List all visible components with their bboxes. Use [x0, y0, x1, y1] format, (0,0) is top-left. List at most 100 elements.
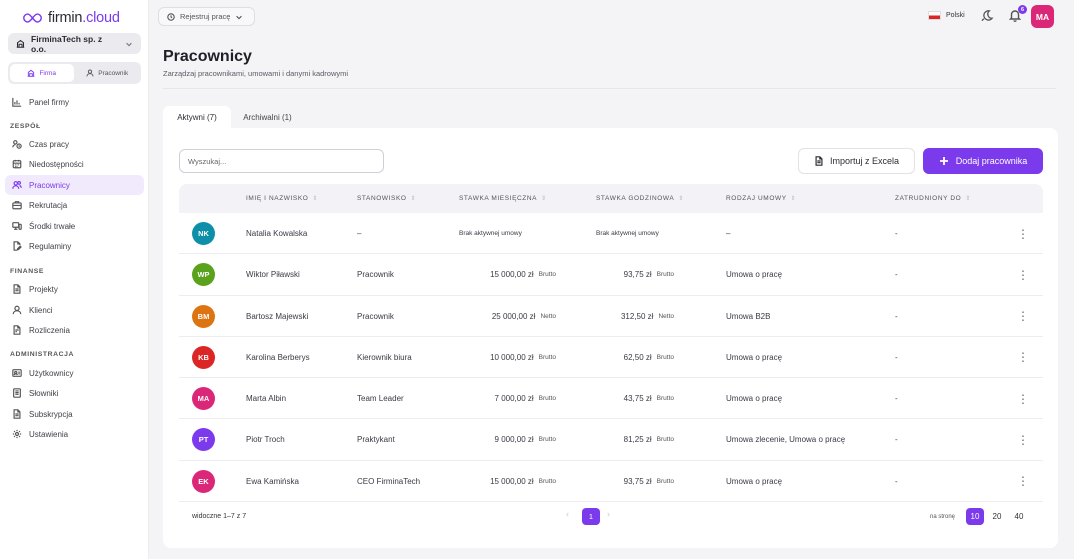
- row-menu-icon[interactable]: ⋮: [1017, 378, 1029, 419]
- sidebar-item-srodki-trwale[interactable]: Środki trwałe: [5, 216, 144, 236]
- context-tab-pracownik[interactable]: Pracownik: [76, 64, 140, 82]
- sidebar-item-subskrypcja[interactable]: Subskrypcja: [5, 404, 144, 424]
- per-page-10[interactable]: 10: [966, 508, 984, 525]
- amount-value: 62,50 zł: [623, 352, 652, 362]
- amount-type: Brutto: [656, 477, 674, 485]
- employee-name[interactable]: Natalia Kowalska: [246, 213, 307, 254]
- brand-logo[interactable]: firmin.cloud: [23, 9, 120, 27]
- page-title: Pracownicy: [163, 48, 252, 65]
- avatar: NK: [192, 222, 215, 245]
- row-menu-icon[interactable]: ⋮: [1017, 461, 1029, 502]
- employed-until: -: [895, 435, 898, 445]
- register-work-button[interactable]: Rejestruj pracę: [158, 7, 255, 26]
- language-label: Polski: [946, 12, 965, 19]
- avatar-cell: BM: [192, 296, 215, 337]
- sort-icon: ⇕: [790, 196, 797, 202]
- employed-until: -: [895, 394, 898, 404]
- chevron-right-icon[interactable]: ›: [607, 509, 610, 519]
- sidebar-item-rozliczenia[interactable]: Rozliczenia: [5, 320, 144, 340]
- page-button-1[interactable]: 1: [582, 508, 600, 525]
- sidebar-item-niedostepnosci[interactable]: Niedostępności: [5, 154, 144, 174]
- row-menu-icon[interactable]: ⋮: [1017, 296, 1029, 337]
- amount-value: 43,75 zł: [623, 394, 652, 404]
- context-tab-firma[interactable]: Firma: [10, 64, 74, 82]
- employee-name[interactable]: Ewa Kamińska: [246, 461, 299, 502]
- row-menu-icon[interactable]: ⋮: [1017, 419, 1029, 460]
- table-row[interactable]: NK Natalia Kowalska – Brak aktywnej umowy Br…: [179, 213, 1043, 255]
- table-row[interactable]: KB Karolina Berberys Kierownik biura 10 000…: [179, 337, 1043, 379]
- briefcase-icon: [12, 200, 22, 210]
- per-page-40[interactable]: 40: [1010, 508, 1028, 525]
- employed-until: -: [895, 352, 898, 362]
- context-switch: Firma Pracownik: [8, 62, 141, 84]
- avatar: EK: [192, 469, 215, 493]
- column-label: STAWKA GODZINOWA: [596, 195, 675, 202]
- amount-type: Brutto: [656, 271, 674, 279]
- sidebar-item-panel-firmy[interactable]: Panel firmy: [5, 92, 144, 112]
- row-menu-icon[interactable]: ⋮: [1017, 254, 1029, 295]
- sidebar-item-slowniki[interactable]: Słowniki: [5, 383, 144, 403]
- amount-type: Brutto: [656, 436, 674, 444]
- add-employee-button[interactable]: Dodaj pracownika: [923, 148, 1043, 174]
- employee-name[interactable]: Piotr Troch: [246, 419, 285, 460]
- tab-aktywni[interactable]: Aktywni (7): [163, 106, 231, 128]
- company-switcher[interactable]: FirminaTech sp. z o.o.: [8, 33, 141, 54]
- avatar-cell: NK: [192, 213, 215, 254]
- sidebar-item-label: Czas pracy: [29, 139, 70, 149]
- sidebar-item-uzytkownicy[interactable]: Użytkownicy: [5, 363, 144, 383]
- row-menu-icon[interactable]: ⋮: [1017, 213, 1029, 254]
- section-title-finanse: FINANSE: [10, 268, 45, 275]
- employee-name[interactable]: Bartosz Majewski: [246, 296, 308, 337]
- import-excel-button[interactable]: Importuj z Excela: [798, 148, 915, 174]
- column-header-contract-type[interactable]: RODZAJ UMOWY ⇕: [726, 184, 796, 213]
- amount-value: 93,75 zł: [623, 270, 652, 280]
- sidebar-item-czas-pracy[interactable]: Czas pracy: [5, 134, 144, 154]
- section-title-administracja: ADMINISTRACJA: [10, 351, 75, 358]
- calendar-icon: [12, 159, 22, 169]
- sidebar-item-ustawienia[interactable]: Ustawienia: [5, 424, 144, 444]
- column-header-monthly-rate[interactable]: STAWKA MIESIĘCZNA ⇕: [459, 184, 547, 213]
- table-row[interactable]: BM Bartosz Majewski Pracownik 25 000,00 zł N…: [179, 296, 1043, 337]
- user-avatar[interactable]: MA: [1031, 5, 1054, 28]
- hourly-rate: 62,50 zł Brutto: [534, 337, 674, 378]
- sidebar-item-pracownicy[interactable]: Pracownicy: [5, 175, 144, 195]
- user-icon: [12, 305, 22, 315]
- column-header-position[interactable]: STANOWISKO ⇕: [357, 184, 416, 213]
- table-row[interactable]: PT Piotr Troch Praktykant 9 000,00 zł Brutto…: [179, 419, 1043, 461]
- employed-until: -: [895, 270, 898, 280]
- row-menu-icon[interactable]: ⋮: [1017, 337, 1029, 378]
- document-icon: [12, 284, 22, 294]
- section-title-zespol: ZESPÓŁ: [10, 123, 41, 130]
- column-header-employed-until[interactable]: ZATRUDNIONY DO ⇕: [895, 184, 971, 213]
- column-header-name[interactable]: IMIĘ I NAZWISKO ⇕: [246, 184, 318, 213]
- sidebar-item-projekty[interactable]: Projekty: [5, 279, 144, 299]
- chevron-left-icon[interactable]: ‹: [566, 509, 569, 519]
- moon-icon[interactable]: [981, 9, 994, 22]
- amount-type: Netto: [658, 312, 674, 320]
- hourly-rate: 312,50 zł Netto: [534, 296, 674, 337]
- employed-until: -: [895, 476, 898, 486]
- sort-icon: ⇕: [541, 196, 547, 202]
- avatar: MA: [192, 387, 215, 411]
- tab-archiwalni[interactable]: Archiwalni (1): [231, 106, 304, 128]
- language-switcher[interactable]: Polski: [928, 11, 965, 20]
- sidebar-item-klienci[interactable]: Klienci: [5, 300, 144, 320]
- column-header-hourly-rate[interactable]: STAWKA GODZINOWA ⇕: [596, 184, 684, 213]
- sidebar-item-label: Projekty: [29, 284, 58, 294]
- table-row[interactable]: MA Marta Albin Team Leader 7 000,00 zł Brutt…: [179, 378, 1043, 420]
- per-page-20[interactable]: 20: [988, 508, 1006, 525]
- sidebar-item-label: Klienci: [29, 305, 53, 315]
- sidebar-item-rekrutacja[interactable]: Rekrutacja: [5, 195, 144, 215]
- hourly-rate: 43,75 zł Brutto: [534, 378, 674, 419]
- sidebar-item-regulaminy[interactable]: Regulaminy: [5, 236, 144, 256]
- search-input[interactable]: [179, 149, 384, 173]
- table-row[interactable]: WP Wiktor Piławski Pracownik 15 000,00 zł Br…: [179, 254, 1043, 296]
- employee-name[interactable]: Wiktor Piławski: [246, 254, 300, 295]
- hourly-rate: Brak aktywnej umowy: [596, 230, 659, 237]
- monthly-rate: Brak aktywnej umowy: [459, 230, 522, 237]
- employee-name[interactable]: Marta Albin: [246, 378, 286, 419]
- employee-position: Praktykant: [357, 435, 395, 445]
- table-row[interactable]: EK Ewa Kamińska CEO FirminaTech 15 000,00 z…: [179, 461, 1043, 503]
- employee-name[interactable]: Karolina Berberys: [246, 337, 310, 378]
- avatar-cell: EK: [192, 461, 215, 502]
